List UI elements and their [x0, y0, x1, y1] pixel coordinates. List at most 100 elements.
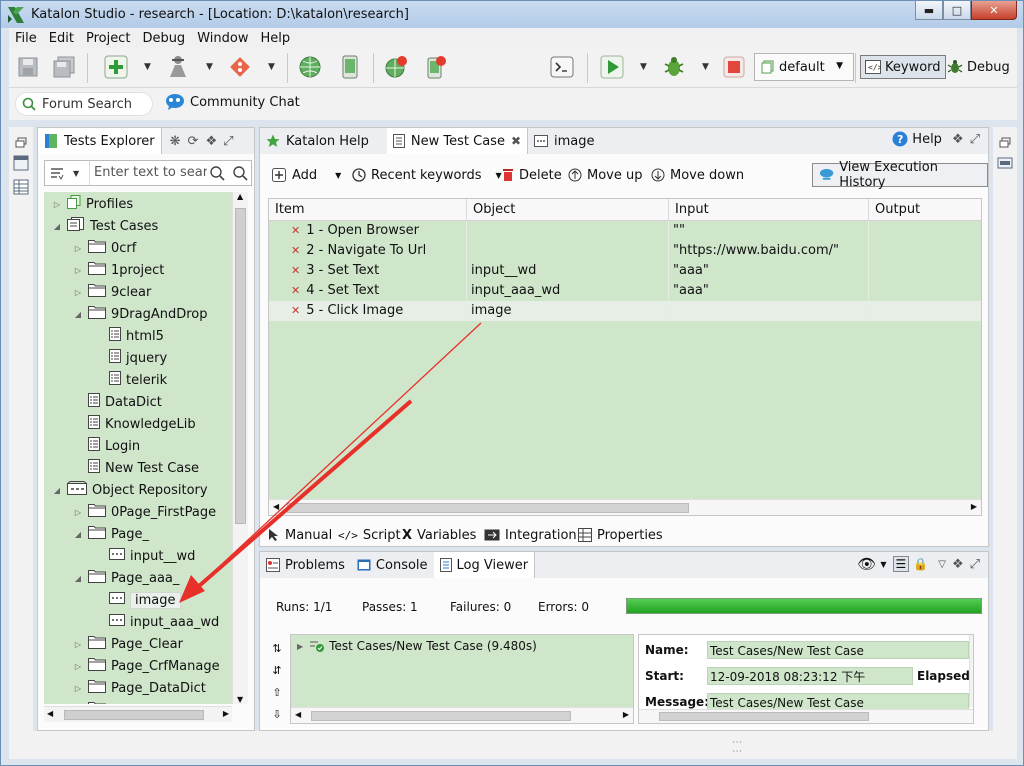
menu-file[interactable]: File	[9, 31, 43, 46]
expand-all-icon[interactable]: ⇅	[268, 638, 286, 660]
cell-input[interactable]: "aaa"	[669, 281, 869, 301]
grid-horizontal-scrollbar[interactable]: ◀ ▶	[269, 499, 981, 515]
terminal-button[interactable]	[549, 54, 575, 80]
tree-item[interactable]: ▷ Profiles	[50, 194, 133, 214]
table-icon[interactable]	[13, 179, 29, 195]
cell-output[interactable]	[869, 281, 981, 301]
cell-object[interactable]	[467, 221, 669, 241]
cell-output[interactable]	[869, 221, 981, 241]
log-scroll-right-icon[interactable]: ▶	[623, 710, 629, 719]
name-value[interactable]: Test Cases/New Test Case	[707, 641, 969, 659]
git-button[interactable]	[227, 54, 253, 80]
tab-new-test-case[interactable]: New Test Case ✖	[386, 128, 529, 154]
collapse-arrow-icon[interactable]: ◢	[71, 530, 85, 539]
explorer-search-input[interactable]: Enter text to search	[89, 161, 207, 185]
tree-item[interactable]: image	[92, 590, 181, 610]
cell-input[interactable]	[669, 301, 869, 321]
tree-item[interactable]: telerik	[92, 370, 167, 390]
run-button[interactable]	[599, 54, 625, 80]
cell-object[interactable]: input_aaa_wd	[467, 281, 669, 301]
expand-arrow-icon[interactable]: ▷	[50, 200, 64, 209]
explorer-vscroll-thumb[interactable]	[235, 208, 246, 524]
tree-item[interactable]: New Test Case	[71, 458, 199, 478]
tree-item[interactable]: ◢ 9DragAndDrop	[71, 304, 208, 324]
tree-view-toggle-icon[interactable]: ☰	[892, 556, 910, 572]
cell-object[interactable]: image	[467, 301, 669, 321]
column-object[interactable]: Object	[467, 199, 669, 221]
web-record-button[interactable]	[383, 54, 409, 80]
mobile-record-button[interactable]	[423, 54, 449, 80]
advanced-search-icon[interactable]	[231, 164, 249, 182]
tree-item[interactable]: ◢ Page_aaa_	[71, 568, 179, 588]
tab-tests-explorer[interactable]: Tests Explorer	[38, 128, 162, 154]
table-row[interactable]: ✕ 5 - Click Image image	[269, 301, 981, 321]
detail-vscrollbar[interactable]	[969, 635, 973, 707]
spy-dropdown-icon[interactable]: ▼	[206, 62, 213, 72]
table-row[interactable]: ✕ 2 - Navigate To Url "https://www.baidu.c…	[269, 241, 981, 261]
run-dropdown-icon[interactable]: ▼	[640, 62, 647, 72]
expand-icon[interactable]: ▶	[297, 642, 303, 651]
filter-icon[interactable]	[50, 167, 64, 181]
grid-scroll-left-icon[interactable]: ◀	[273, 502, 279, 511]
refresh-icon[interactable]: ⟳	[188, 134, 199, 149]
tab-manual[interactable]: Manual	[268, 525, 332, 545]
close-button[interactable]: ✕	[971, 1, 1017, 20]
tree-item[interactable]: html5	[92, 326, 164, 346]
expand-arrow-icon[interactable]: ▷	[71, 508, 85, 517]
expand-arrow-icon[interactable]: ▷	[71, 662, 85, 671]
menu-edit[interactable]: Edit	[43, 31, 80, 46]
minimize-editor-icon[interactable]: ❖	[952, 132, 964, 147]
maximize-editor-icon[interactable]: ⤢	[970, 132, 980, 147]
detail-hscrollbar[interactable]	[639, 709, 973, 723]
maximize-log-icon[interactable]: ⤢	[970, 557, 980, 572]
tree-item[interactable]: DataDict	[71, 392, 162, 412]
tree-item[interactable]: Login	[71, 436, 140, 456]
expand-arrow-icon[interactable]: ▷	[71, 288, 85, 297]
scroll-right-icon[interactable]: ▶	[223, 709, 229, 718]
cell-output[interactable]	[869, 301, 981, 321]
recent-keywords-button[interactable]: Recent keywords ▼	[352, 164, 502, 186]
column-output[interactable]: Output	[869, 199, 981, 221]
tree-item[interactable]: input_aaa_wd	[92, 612, 219, 632]
cell-output[interactable]	[869, 241, 981, 261]
cell-object[interactable]: input__wd	[467, 261, 669, 281]
tree-item[interactable]: ▷ 9clear	[71, 282, 151, 302]
new-button[interactable]	[103, 54, 129, 80]
expand-arrow-icon[interactable]: ▷	[71, 266, 85, 275]
panel-icon[interactable]	[13, 155, 29, 171]
save-all-button[interactable]	[51, 54, 77, 80]
expand-arrow-icon[interactable]: ▷	[71, 640, 85, 649]
web-spy-button[interactable]	[297, 54, 323, 80]
collapse-icon[interactable]: ⇵	[268, 660, 286, 682]
explorer-hscroll-thumb[interactable]	[64, 710, 204, 720]
start-value[interactable]: 12-09-2018 08:23:12 下午	[707, 667, 913, 685]
tree-item[interactable]: ▷ 0Page_FirstPage	[71, 502, 216, 522]
restore-icon[interactable]	[15, 137, 27, 149]
tree-item[interactable]: KnowledgeLib	[71, 414, 196, 434]
collapse-arrow-icon[interactable]: ◢	[71, 310, 85, 319]
tree-item[interactable]: ▷ Page_Clear	[71, 634, 183, 654]
cell-item[interactable]: ✕ 1 - Open Browser	[269, 221, 467, 241]
log-tree-hscrollbar[interactable]: ◀ ▶	[291, 707, 633, 723]
tab-integration[interactable]: Integration	[484, 525, 577, 545]
scroll-up-icon[interactable]: ▲	[237, 192, 243, 201]
link-icon[interactable]: ❋	[170, 134, 181, 149]
explorer-vertical-scrollbar[interactable]: ▲ ▼	[232, 192, 248, 704]
git-dropdown-icon[interactable]: ▼	[268, 62, 275, 72]
collapse-arrow-icon[interactable]: ◢	[50, 222, 64, 231]
column-input[interactable]: Input	[669, 199, 869, 221]
spy-button[interactable]	[165, 54, 191, 80]
explorer-horizontal-scrollbar[interactable]: ◀ ▶	[44, 706, 232, 722]
collapse-arrow-icon[interactable]: ◢	[50, 486, 64, 495]
scroll-down-icon[interactable]: ▼	[237, 695, 243, 704]
tab-properties[interactable]: Properties	[578, 525, 663, 545]
detail-hscroll-thumb[interactable]	[659, 712, 869, 721]
tab-problems[interactable]: Problems	[260, 552, 351, 578]
save-button[interactable]	[15, 54, 41, 80]
debug-dropdown-icon[interactable]: ▼	[702, 62, 709, 72]
restore-right-icon[interactable]	[999, 137, 1011, 149]
new-dropdown-icon[interactable]: ▼	[144, 62, 151, 72]
scroll-left-icon[interactable]: ◀	[47, 709, 53, 718]
grid-hscroll-thumb[interactable]	[287, 503, 689, 513]
table-row[interactable]: ✕ 3 - Set Text input__wd "aaa"	[269, 261, 981, 281]
